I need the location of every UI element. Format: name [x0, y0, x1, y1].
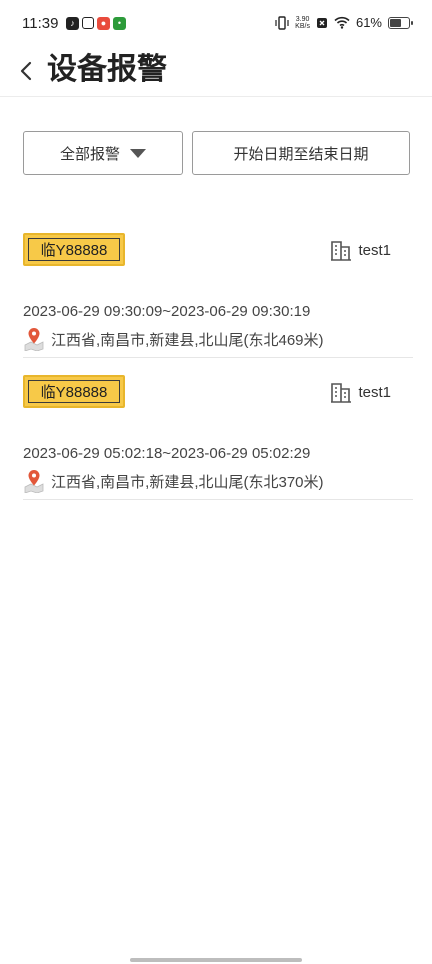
address-text: 江西省,南昌市,新建县,北山尾(东北370米) — [51, 473, 324, 491]
game-icon: • — [113, 17, 126, 30]
map-pin-icon — [24, 328, 44, 351]
status-right: 3.90 KB/s 61% — [275, 15, 413, 30]
alarm-location: 江西省,南昌市,新建县,北山尾(东北469米) — [23, 327, 324, 351]
back-arrow-icon[interactable] — [12, 56, 42, 86]
status-time: 11:39 — [22, 15, 59, 32]
alarm-list-item[interactable]: 临Y88888 test1 2023-06-29 05:02:18~2023-0… — [23, 375, 413, 500]
alarm-time-range: 2023-06-29 09:30:09~2023-06-29 09:30:19 — [23, 303, 311, 320]
license-plate: 临Y88888 — [23, 233, 125, 266]
status-bar: 11:39 ♪ ● • 3.90 KB/s 61% — [0, 0, 432, 50]
alarm-location: 江西省,南昌市,新建县,北山尾(东北370米) — [23, 469, 324, 493]
owner-name: test1 — [358, 241, 391, 259]
date-range-button[interactable]: 开始日期至结束日期 — [192, 131, 410, 175]
home-indicator[interactable] — [130, 958, 302, 962]
building-icon — [331, 383, 352, 403]
weibo-icon: ● — [97, 17, 110, 30]
notification-icons: ♪ ● • — [66, 17, 126, 30]
vibrate-icon — [275, 15, 289, 30]
app-icon — [82, 17, 94, 29]
owner-info: test1 — [330, 381, 391, 403]
alarm-time-range: 2023-06-29 05:02:18~2023-06-29 05:02:29 — [23, 445, 311, 462]
alarm-type-dropdown[interactable]: 全部报警 — [23, 131, 183, 175]
alarm-type-label: 全部报警 — [59, 145, 120, 163]
building-icon — [331, 241, 352, 261]
app-header: 设备报警 — [0, 50, 432, 97]
date-range-label: 开始日期至结束日期 — [233, 145, 369, 163]
license-plate-text: 临Y88888 — [28, 380, 120, 403]
network-speed: 3.90 KB/s — [295, 15, 310, 30]
battery-icon — [388, 16, 413, 29]
owner-info: test1 — [330, 239, 391, 261]
owner-name: test1 — [358, 383, 391, 401]
dropdown-triangle-icon — [130, 148, 146, 158]
license-plate-text: 临Y88888 — [28, 238, 120, 261]
address-text: 江西省,南昌市,新建县,北山尾(东北469米) — [51, 331, 324, 349]
wifi-icon — [334, 16, 350, 29]
map-pin-icon — [24, 470, 44, 493]
no-sim-icon — [316, 17, 327, 28]
page-title: 设备报警 — [47, 53, 167, 86]
tiktok-icon: ♪ — [66, 17, 79, 30]
battery-percent: 61% — [355, 15, 382, 30]
alarm-list-item[interactable]: 临Y88888 test1 2023-06-29 09:30:09~2023-0… — [23, 233, 413, 358]
license-plate: 临Y88888 — [23, 375, 125, 408]
